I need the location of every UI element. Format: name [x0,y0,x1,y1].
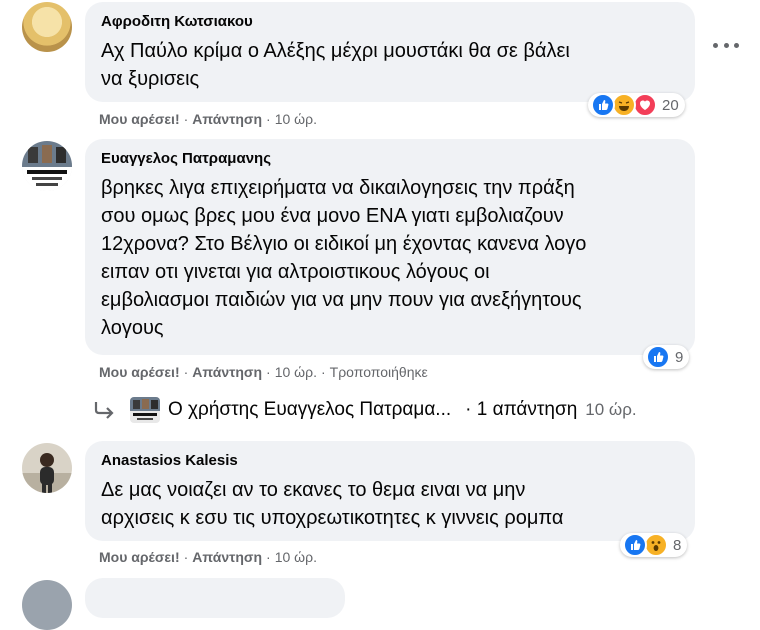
reply-count-text[interactable]: · 1 απάντηση [465,399,577,421]
comment-text: βρηκες λιγα επιχειρήματα να δικαιλογησει… [101,177,587,339]
comment-actions: Μου αρέσει! · Απάντηση · 10 ώρ. [99,111,317,127]
comment-bubble: Αφροδιτη Κωτσιακου Αχ Παύλο κρίμα ο Αλέξ… [85,2,695,102]
reaction-summary[interactable]: 8 [620,533,688,557]
avatar-afroditi[interactable] [22,2,72,52]
like-link[interactable]: Μου αρέσει! [99,364,180,380]
edited-label: Τροποποιήθηκε [329,364,428,380]
reply-link[interactable]: Απάντηση [192,549,262,565]
reply-avatar [130,397,160,423]
comment-time[interactable]: 10 ώρ. [275,111,317,127]
reaction-summary[interactable]: 20 [588,93,685,117]
reply-link[interactable]: Απάντηση [192,364,262,380]
more-options-icon[interactable] [713,40,739,50]
haha-icon [612,93,636,117]
reaction-summary[interactable]: 9 [643,345,690,369]
reply-link[interactable]: Απάντηση [192,111,262,127]
comment-bubble-partial [85,578,345,618]
like-icon [646,345,670,369]
reaction-count: 9 [675,348,684,366]
reaction-count: 8 [673,536,682,554]
comment-author[interactable]: Αφροδιτη Κωτσιακου [101,12,681,32]
like-icon [591,93,615,117]
comment-time[interactable]: 10 ώρ. [275,549,317,565]
like-link[interactable]: Μου αρέσει! [99,111,180,127]
avatar-evaggelos[interactable] [22,141,72,191]
comment-text: Αχ Παύλο κρίμα ο Αλέξης μέχρι μουστάκι θ… [101,40,570,90]
comment-actions: Μου αρέσει! · Απάντηση · 10 ώρ. [99,549,317,565]
avatar-anastasios[interactable] [22,443,72,493]
comment-actions: Μου αρέσει! · Απάντηση · 10 ώρ. · Τροποποιήθηκ… [99,364,428,380]
comment-author[interactable]: Anastasios Kalesis [101,451,681,471]
reply-user-text[interactable]: Ο χρήστης Ευαγγελος Πατραμα... [168,399,451,421]
comment-bubble: Anastasios Kalesis Δε μας νοιαζει αν το … [85,441,695,541]
reply-arrow-icon [92,400,118,420]
comment-time[interactable]: 10 ώρ. [275,364,317,380]
comment-author[interactable]: Ευαγγελος Πατραμανης [101,149,681,169]
view-replies-link[interactable]: Ο χρήστης Ευαγγελος Πατραμα... · 1 απάντ… [92,396,637,424]
wow-icon [644,533,668,557]
love-icon [633,93,657,117]
comment-bubble: Ευαγγελος Πατραμανης βρηκες λιγα επιχειρ… [85,139,695,355]
like-link[interactable]: Μου αρέσει! [99,549,180,565]
comment-text: Δε μας νοιαζει αν το εκανες το θεμα εινα… [101,479,564,529]
avatar-next-comment[interactable] [22,580,72,630]
reply-time: 10 ώρ. [585,400,637,419]
reaction-count: 20 [662,96,679,114]
like-icon [623,533,647,557]
